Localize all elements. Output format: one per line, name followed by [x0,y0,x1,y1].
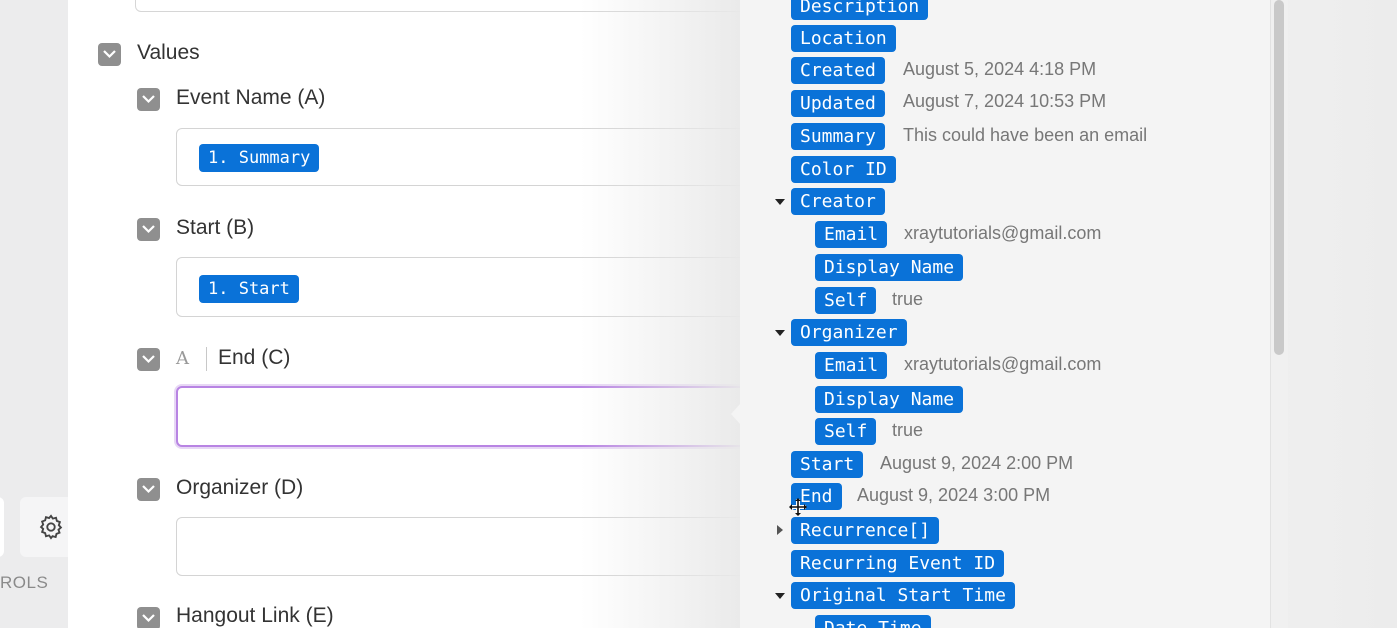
start-label: Start (B) [176,216,255,239]
move-cursor-icon [789,498,807,516]
mapped-token[interactable]: 1. Summary [199,144,320,172]
text-type-icon: A [176,348,189,369]
map-value-organizer-email: xraytutorials@gmail.com [904,354,1102,374]
module-settings-panel: Values Event Name (A) 1. Summary Start (… [68,0,740,628]
map-item-recurring-event-id[interactable]: Recurring Event ID [791,550,1005,577]
chevron-down-icon [142,355,155,364]
map-value-summary: This could have been an email [903,125,1148,145]
scrollbar-thumb[interactable] [1274,0,1284,355]
toolbar-button[interactable] [0,497,4,557]
panel-edge [1270,0,1397,628]
organizer-input[interactable] [176,517,740,576]
hangout-link-label: Hangout Link (E) [176,604,334,627]
map-value-updated: August 7, 2024 10:53 PM [903,91,1107,111]
event-name-label: Event Name (A) [176,86,326,109]
chevron-down-icon [142,95,155,104]
expand-original-start-icon[interactable] [775,593,785,599]
values-collapse-toggle[interactable] [98,43,121,66]
organizer-label: Organizer (D) [176,476,304,499]
chevron-down-icon [103,50,116,59]
gear-icon[interactable] [37,513,65,541]
event-name-input[interactable]: 1. Summary [176,128,740,186]
map-value-created: August 5, 2024 4:18 PM [903,59,1097,79]
map-item-organizer-display-name[interactable]: Display Name [815,386,964,413]
map-item-color-id[interactable]: Color ID [791,156,896,183]
controls-label: ROLS [0,573,49,592]
start-input[interactable]: 1. Start [176,257,740,317]
chevron-down-icon [142,485,155,494]
chevron-down-icon [142,225,155,234]
expand-organizer-icon[interactable] [775,330,785,336]
map-item-organizer[interactable]: Organizer [791,319,907,346]
mapped-token[interactable]: 1. Start [199,275,299,303]
map-item-summary[interactable]: Summary [791,123,885,150]
map-item-date-time[interactable]: Date Time [815,615,931,628]
map-value-end: August 9, 2024 3:00 PM [857,485,1051,505]
map-item-creator-display-name[interactable]: Display Name [815,254,964,281]
map-item-description[interactable]: Description [791,0,929,20]
organizer-toggle[interactable] [137,478,160,501]
values-label: Values [137,41,200,64]
end-label: End (C) [218,346,291,369]
expand-creator-icon[interactable] [775,199,785,205]
map-value-start: August 9, 2024 2:00 PM [880,453,1074,473]
end-toggle[interactable] [137,348,160,371]
map-item-updated[interactable]: Updated [791,90,885,117]
map-item-start[interactable]: Start [791,451,864,478]
event-name-toggle[interactable] [137,88,160,111]
map-item-recurrence[interactable]: Recurrence[] [791,517,940,544]
previous-field-input[interactable] [135,0,740,12]
chevron-down-icon [142,614,155,623]
popover-arrow [731,403,741,425]
map-value-creator-self: true [892,289,924,309]
map-value-creator-email: xraytutorials@gmail.com [904,223,1102,243]
map-item-original-start-time[interactable]: Original Start Time [791,582,1015,609]
map-item-creator-self[interactable]: Self [815,287,877,314]
map-item-creator[interactable]: Creator [791,188,885,215]
map-item-organizer-self[interactable]: Self [815,418,877,445]
divider [206,347,207,371]
map-item-created[interactable]: Created [791,57,885,84]
map-item-creator-email[interactable]: Email [815,221,888,248]
map-item-location[interactable]: Location [791,25,896,52]
hangout-link-toggle[interactable] [137,607,160,628]
end-input[interactable] [176,386,740,447]
map-value-organizer-self: true [892,420,924,440]
expand-recurrence-icon[interactable] [777,525,783,535]
map-item-organizer-email[interactable]: Email [815,352,888,379]
start-toggle[interactable] [137,218,160,241]
